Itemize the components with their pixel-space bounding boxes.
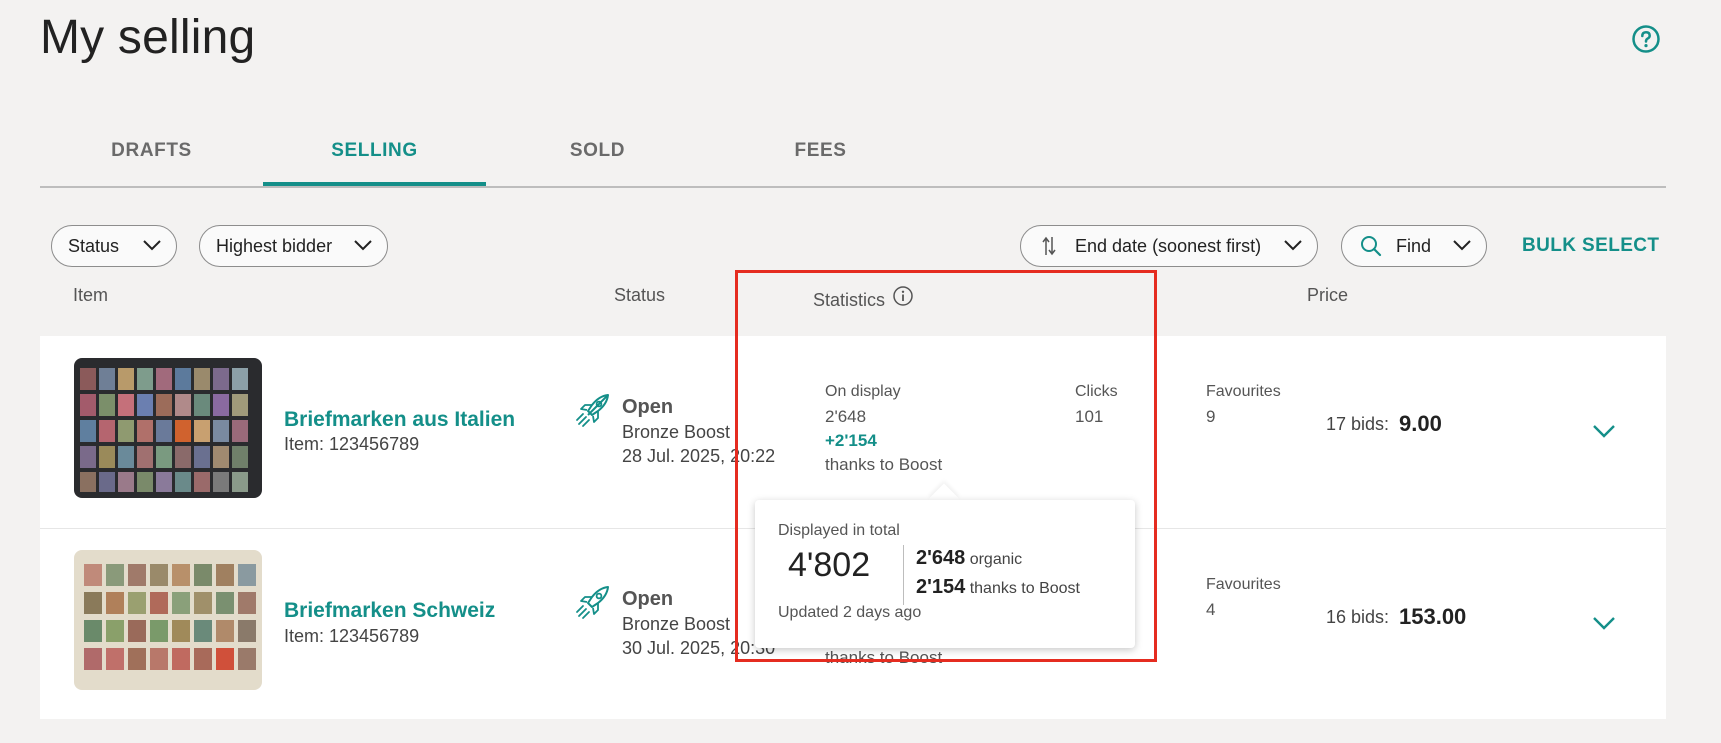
find-label: Find: [1396, 235, 1432, 256]
rocket-boost-icon: [576, 586, 609, 619]
tab-divider: [40, 186, 1666, 188]
bids-count: 17 bids:: [1326, 414, 1390, 434]
expand-chevron-icon[interactable]: [1592, 423, 1616, 439]
rocket-boost-icon: [576, 394, 609, 427]
bids-count: 16 bids:: [1326, 607, 1390, 627]
item-title-link[interactable]: Briefmarken Schweiz: [284, 599, 495, 623]
favourites-value: 9: [1206, 407, 1216, 426]
tab-sold[interactable]: SOLD: [486, 140, 709, 162]
item-id: Item: 123456789: [284, 434, 420, 454]
column-header-price: Price: [1307, 285, 1349, 305]
tab-drafts[interactable]: DRAFTS: [40, 140, 263, 162]
sort-dropdown[interactable]: End date (soonest first): [1020, 225, 1318, 267]
highlight-box: [735, 270, 1157, 662]
chevron-down-icon: [1453, 240, 1471, 251]
stamps-image: [74, 550, 262, 690]
search-icon: [1361, 236, 1382, 257]
favourites-label: Favourites: [1206, 383, 1281, 400]
find-dropdown[interactable]: Find: [1341, 225, 1487, 267]
bidder-filter[interactable]: Highest bidder: [199, 225, 388, 267]
column-header-status: Status: [614, 285, 666, 305]
column-header-item: Item: [73, 285, 109, 305]
bidder-filter-label: Highest bidder: [216, 235, 333, 256]
price-value: 153.00: [1399, 604, 1467, 629]
tab-fees[interactable]: FEES: [709, 140, 932, 162]
expand-chevron-icon[interactable]: [1592, 615, 1616, 631]
sort-label: End date (soonest first): [1075, 235, 1262, 256]
page-title: My selling: [40, 11, 256, 64]
favourites-label: Favourites: [1206, 576, 1281, 593]
status-filter[interactable]: Status: [51, 225, 177, 267]
price-value: 9.00: [1399, 411, 1442, 436]
item-id: Item: 123456789: [284, 626, 420, 646]
chevron-down-icon: [354, 240, 372, 251]
stamps-image: [74, 358, 262, 498]
favourites-value: 4: [1206, 600, 1216, 619]
item-thumbnail[interactable]: [74, 358, 262, 498]
boost-level: Bronze Boost: [622, 422, 731, 442]
status-open: Open: [622, 588, 674, 610]
chevron-down-icon: [143, 240, 161, 251]
status-open: Open: [622, 396, 674, 418]
chevron-down-icon: [1284, 240, 1302, 251]
tab-active-indicator: [263, 182, 486, 186]
help-icon[interactable]: [1632, 25, 1660, 53]
sort-icon: [1042, 236, 1056, 256]
boost-level: Bronze Boost: [622, 614, 731, 634]
bulk-select-button[interactable]: BULK SELECT: [1522, 235, 1659, 257]
status-filter-label: Status: [68, 235, 120, 256]
item-title-link[interactable]: Briefmarken aus Italien: [284, 408, 515, 432]
tab-selling[interactable]: SELLING: [263, 140, 486, 162]
item-thumbnail[interactable]: [74, 550, 262, 690]
